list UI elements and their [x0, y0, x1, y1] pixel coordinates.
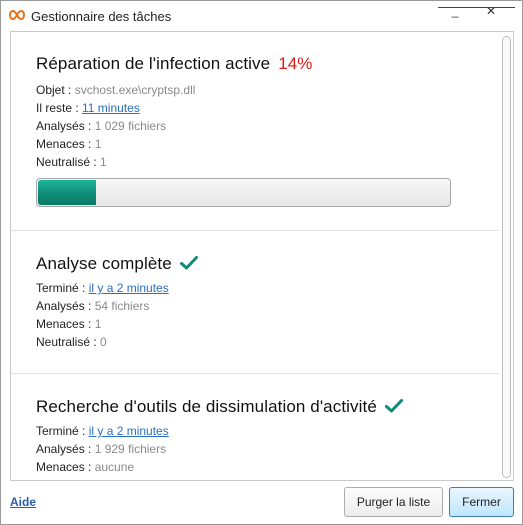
- task-title: Analyse complète: [36, 254, 172, 273]
- progress-fill: [38, 180, 96, 205]
- task-heading: Réparation de l'infection active 14%: [36, 54, 313, 74]
- close-button[interactable]: Fermer: [449, 487, 514, 517]
- check-icon: [384, 399, 403, 413]
- task-list[interactable]: Réparation de l'infection active 14% Obje…: [10, 31, 514, 481]
- vertical-scrollbar[interactable]: [502, 36, 511, 478]
- object-label: Objet :: [36, 83, 75, 97]
- threats-label: Menaces :: [36, 317, 95, 331]
- neutralized-label: Neutralisé :: [36, 335, 101, 349]
- window-controls: _ ✕: [438, 4, 515, 23]
- divider: [11, 373, 499, 374]
- threats-label: Menaces :: [36, 460, 95, 474]
- divider: [11, 230, 499, 231]
- done-link[interactable]: il y a 2 minutes: [89, 281, 169, 295]
- neutralized-row: Neutralisé : 1: [36, 155, 107, 169]
- close-window-button[interactable]: ✕: [480, 3, 502, 19]
- task-title: Réparation de l'infection active: [36, 54, 271, 73]
- threats-row: Menaces : aucune: [36, 460, 134, 474]
- neutralized-label: Neutralisé :: [36, 155, 101, 169]
- check-icon: [179, 256, 198, 270]
- neutralized-row: Neutralisé : 0: [36, 335, 107, 349]
- scanned-value: 54 fichiers: [94, 299, 150, 313]
- threats-row: Menaces : 1: [36, 137, 101, 151]
- scanned-value: 1 929 fichiers: [94, 442, 167, 456]
- remaining-link[interactable]: 11 minutes: [82, 101, 140, 115]
- done-label: Terminé :: [36, 281, 89, 295]
- remaining-label: Il reste :: [36, 101, 83, 115]
- neutralized-value: 0: [100, 335, 107, 349]
- done-label: Terminé :: [36, 424, 89, 438]
- object-value: svchost.exe\cryptsp.dll: [74, 83, 196, 97]
- help-link[interactable]: Aide: [10, 495, 36, 509]
- scanned-label: Analysés :: [36, 442, 95, 456]
- progress-bar: [36, 178, 451, 207]
- threats-value: aucune: [94, 460, 135, 474]
- done-row: Terminé : il y a 2 minutes: [36, 424, 169, 438]
- task-heading: Analyse complète: [36, 254, 198, 274]
- minimize-button[interactable]: _: [444, 3, 466, 19]
- object-row: Objet : svchost.exe\cryptsp.dll: [36, 83, 195, 97]
- remaining-row: Il reste : 11 minutes: [36, 101, 140, 115]
- threats-value: 1: [94, 317, 102, 331]
- threats-row: Menaces : 1: [36, 317, 101, 331]
- scanned-row: Analysés : 1 029 fichiers: [36, 119, 166, 133]
- task-heading: Recherche d'outils de dissimulation d'ac…: [36, 397, 403, 417]
- scanned-row: Analysés : 1 929 fichiers: [36, 442, 166, 456]
- app-logo-icon: [9, 10, 25, 20]
- scanned-label: Analysés :: [36, 119, 95, 133]
- window-title: Gestionnaire des tâches: [31, 9, 172, 24]
- done-row: Terminé : il y a 2 minutes: [36, 281, 169, 295]
- title-bar[interactable]: Gestionnaire des tâches _ ✕: [1, 1, 522, 31]
- scanned-value: 1 029 fichiers: [94, 119, 167, 133]
- done-link[interactable]: il y a 2 minutes: [89, 424, 169, 438]
- task-manager-window: Gestionnaire des tâches _ ✕ Réparation d…: [0, 0, 523, 525]
- task-title: Recherche d'outils de dissimulation d'ac…: [36, 397, 377, 416]
- neutralized-value: 1: [100, 155, 107, 169]
- purge-list-button[interactable]: Purger la liste: [344, 487, 443, 517]
- threats-label: Menaces :: [36, 137, 95, 151]
- scanned-label: Analysés :: [36, 299, 95, 313]
- progress-percent: 14%: [278, 54, 313, 73]
- threats-value: 1: [94, 137, 102, 151]
- scanned-row: Analysés : 54 fichiers: [36, 299, 149, 313]
